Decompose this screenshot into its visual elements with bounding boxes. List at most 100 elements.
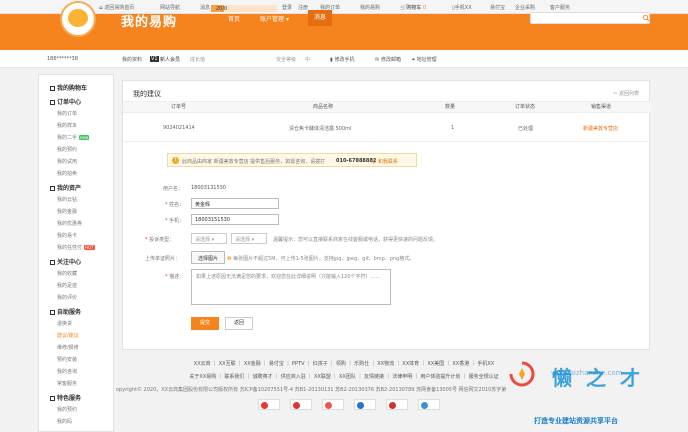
address-link[interactable]: ⌖ 地址管理 <box>412 56 437 63</box>
message-link[interactable]: 消息 <box>200 4 210 11</box>
star-icon <box>50 396 55 401</box>
sidebar-item-auctions[interactable]: 我的拍卖 <box>57 170 77 177</box>
wallet-icon <box>50 186 55 191</box>
type-select-secondary[interactable]: 请选择 ▾ <box>231 233 267 244</box>
new-badge: new <box>79 135 90 140</box>
notice-text: 此商品由商家 新疆美敦专营店 提供售后服务，如需咨询，请拨打 <box>182 159 326 165</box>
sidebar-group-featured: 特色服务 <box>50 393 81 402</box>
back-button[interactable]: 返回 <box>225 317 253 330</box>
search-input[interactable] <box>530 12 650 24</box>
sidebar-item-diamonds[interactable]: 我的云钻 <box>57 196 77 203</box>
order-icon <box>50 100 55 105</box>
type-select-primary[interactable]: 请选择 ▾ <box>191 233 227 244</box>
heart-icon <box>50 260 55 265</box>
sidebar-item-appointments[interactable]: 我的预约 <box>57 406 77 413</box>
lion-face-icon <box>68 9 88 27</box>
upload-hint: ❶ 每张图片不超过5M，可上传1-5张图片，支持jpg、jpeg、gif、bmp… <box>227 256 415 262</box>
sidebar-item-cards[interactable]: 我的易卡 <box>57 232 77 239</box>
desc-label: * 描述： <box>165 274 185 280</box>
submit-button[interactable]: 提交 <box>191 317 219 330</box>
name-label: * 姓名： <box>165 202 185 208</box>
upload-label: 上传单证照片： <box>145 256 181 262</box>
nav-account[interactable]: 账户管理 ▾ <box>260 14 289 23</box>
copyright-text: opyright© 2020，XX云商集团股份有限公司版权所有 苏ICP备102… <box>116 387 507 393</box>
col-status: 订单状态 <box>515 104 536 110</box>
page-title: 我的建议 <box>133 90 161 98</box>
safe-badge-icon[interactable] <box>418 399 440 410</box>
mobile-link[interactable]: ▯手机XX <box>452 4 472 11</box>
pay-link[interactable]: 易付宝 <box>490 4 505 11</box>
contact-cs-link[interactable]: ☺ 和我联系 <box>371 158 398 165</box>
cert-badge-icon[interactable] <box>386 399 408 410</box>
sidebar-item-samples[interactable]: 我的样本 <box>57 122 77 129</box>
sidebar-group-cart[interactable]: 我的购物车 <box>50 83 87 92</box>
nav-message[interactable]: 消息 <box>308 10 333 26</box>
my-info-link[interactable]: 我的资料 <box>122 56 142 63</box>
type-label: * 投诉类型： <box>145 237 175 243</box>
user-label: 用户名： <box>163 186 184 192</box>
search-icon[interactable] <box>642 12 650 24</box>
cart-icon <box>50 86 55 91</box>
sidebar-item-trials[interactable]: 我的试用 <box>57 158 77 165</box>
site-nav-link[interactable]: 网站导航 <box>160 4 180 11</box>
cell-channel[interactable]: 新疆美敦专营店 <box>583 125 618 132</box>
credit-badge-icon[interactable] <box>322 399 344 410</box>
enterprise-link[interactable]: 企业采购 <box>515 4 535 11</box>
sidebar-item-renxingfu[interactable]: 我的任性付 HOT <box>57 244 95 251</box>
sidebar-item-repairs[interactable]: 维修/报修 <box>57 344 79 351</box>
cell-qty: 1 <box>451 125 455 131</box>
col-order-no: 订单号 <box>171 104 187 110</box>
login-link[interactable]: 登录 <box>282 4 292 11</box>
type-hint: 温馨提示：您可以直接联系商家在线客服或电话，获得更快速的问题反馈。 <box>273 237 439 243</box>
watermark-url: www.aizhanzhe.com <box>551 369 623 377</box>
cell-product[interactable]: 清仓焦卡酵体清洁露 500ml <box>289 125 351 132</box>
sidebar-item-suggestions[interactable]: 建议/建议 <box>57 332 79 339</box>
logo-text[interactable]: 我的易购 <box>121 11 177 30</box>
bind-email-link[interactable]: ✉ 修改邮箱 <box>375 56 401 63</box>
chevron-down-icon: ▾ <box>211 237 215 243</box>
gov-badge-icon[interactable] <box>354 399 376 410</box>
chevron-down-icon: ▾ <box>285 16 289 23</box>
name-input[interactable]: 黄金辉 <box>191 198 279 209</box>
sidebar-item-orders[interactable]: 我的订单 <box>57 110 77 117</box>
growth-value: 20/0 <box>216 6 228 12</box>
back-to-list-link[interactable]: ⇦ 返回列表 <box>613 90 639 97</box>
sidebar-item-secondhand[interactable]: 我的二手 new <box>57 134 90 141</box>
bind-phone-link[interactable]: ▮ 修改手机 <box>330 56 355 63</box>
col-product: 商品名称 <box>313 104 334 110</box>
trust-badge-icon[interactable] <box>258 399 280 410</box>
sidebar-item-coupons[interactable]: 我的优惠券 <box>57 220 82 227</box>
growth-label: 成长值 <box>190 57 206 63</box>
sidebar-item-favorites[interactable]: 我的收藏 <box>57 270 77 277</box>
sidebar-item-footprints[interactable]: 我的足迹 <box>57 282 77 289</box>
cell-status: 已处理 <box>518 126 534 132</box>
home-link[interactable]: ⌂ 返回易购首页 <box>99 4 134 11</box>
sidebar-item-codes[interactable]: 我的码 <box>57 418 72 425</box>
description-textarea[interactable]: 如果上述原因无法满足您的要求，欢迎您在此详细说明（只能输入120个字符）…… <box>191 269 391 305</box>
row-divider <box>123 141 651 142</box>
phone-label: * 手机： <box>165 218 185 224</box>
cell-order-no[interactable]: 9024021414 <box>163 125 195 131</box>
watermark-logo-icon <box>509 361 535 387</box>
col-qty: 数量 <box>445 104 456 110</box>
sidebar-item-finance[interactable]: 我的金融 <box>57 208 77 215</box>
service-icon <box>50 310 55 315</box>
sidebar-item-reviews[interactable]: 我的评价 <box>57 294 77 301</box>
user-value: 18003131530 <box>191 185 226 191</box>
sidebar-item-reservations[interactable]: 我的预约 <box>57 146 77 153</box>
select-image-button[interactable]: 选择图片 <box>191 251 226 264</box>
my-yigou-link[interactable]: 我的易购 <box>360 4 380 11</box>
phone-input[interactable]: 18003151530 <box>191 214 279 225</box>
police-badge-icon[interactable] <box>290 399 312 410</box>
chevron-down-icon: ▾ <box>251 237 255 243</box>
username: 186******38 <box>47 56 78 62</box>
cart-link[interactable]: 🛒购物车 0 <box>400 4 426 11</box>
after-sale-notice: i 此商品由商家 新疆美敦专营店 提供售后服务，如需咨询，请拨打 010-678… <box>167 153 417 167</box>
register-link[interactable]: 注册 <box>298 4 308 11</box>
sidebar-group-self-service: 自助服务 <box>50 307 81 316</box>
security-label: 安全等级 <box>276 57 297 63</box>
sidebar-item-frequent[interactable]: 常客服务 <box>57 380 77 387</box>
sidebar-item-returns[interactable]: 退换货 <box>57 320 72 327</box>
service-link[interactable]: 客户服务 <box>550 4 570 11</box>
nav-home[interactable]: 首页 <box>228 14 240 23</box>
